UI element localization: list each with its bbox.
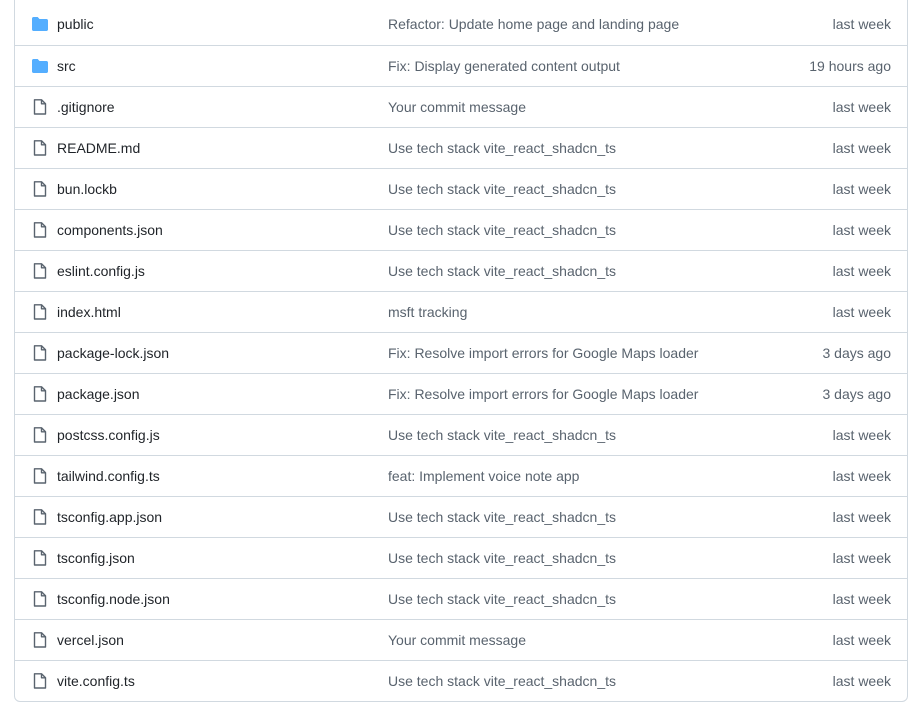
table-row[interactable]: bun.lockb Use tech stack vite_react_shad…	[15, 168, 907, 209]
commit-age: last week	[832, 304, 891, 320]
file-icon	[31, 99, 49, 115]
file-icon	[31, 345, 49, 361]
file-icon	[31, 509, 49, 525]
table-row[interactable]: tsconfig.node.json Use tech stack vite_r…	[15, 578, 907, 619]
commit-message-link[interactable]: Refactor: Update home page and landing p…	[388, 4, 679, 44]
commit-message-link[interactable]: Use tech stack vite_react_shadcn_ts	[388, 210, 616, 250]
commit-age: 3 days ago	[822, 345, 892, 361]
file-name-link[interactable]: package-lock.json	[57, 333, 169, 373]
commit-age: last week	[832, 550, 891, 566]
file-icon	[31, 140, 49, 156]
commit-age: last week	[832, 140, 891, 156]
table-row[interactable]: .gitignore Your commit message last week	[15, 86, 907, 127]
commit-message-link[interactable]: Use tech stack vite_react_shadcn_ts	[388, 579, 616, 619]
file-icon	[31, 222, 49, 238]
file-name-link[interactable]: bun.lockb	[57, 169, 117, 209]
commit-message-link[interactable]: Your commit message	[388, 620, 526, 660]
commit-message-link[interactable]: Your commit message	[388, 87, 526, 127]
commit-message-link[interactable]: msft tracking	[388, 292, 467, 332]
commit-age: last week	[832, 181, 891, 197]
commit-age: last week	[832, 468, 891, 484]
commit-message-link[interactable]: Use tech stack vite_react_shadcn_ts	[388, 169, 616, 209]
file-name-link[interactable]: README.md	[57, 128, 140, 168]
file-list-table: public Refactor: Update home page and la…	[14, 0, 908, 702]
commit-age: last week	[832, 427, 891, 443]
file-icon	[31, 632, 49, 648]
file-icon	[31, 263, 49, 279]
file-icon	[31, 181, 49, 197]
table-row[interactable]: src Fix: Display generated content outpu…	[15, 45, 907, 86]
commit-age: 19 hours ago	[809, 58, 891, 74]
file-icon	[31, 304, 49, 320]
file-name-link[interactable]: package.json	[57, 374, 140, 414]
folder-icon	[31, 58, 49, 74]
file-name-link[interactable]: vite.config.ts	[57, 661, 135, 701]
commit-age: last week	[832, 99, 891, 115]
folder-icon	[31, 16, 49, 32]
file-icon	[31, 673, 49, 689]
commit-age: last week	[832, 632, 891, 648]
file-name-link[interactable]: tsconfig.node.json	[57, 579, 170, 619]
table-row[interactable]: public Refactor: Update home page and la…	[15, 0, 907, 45]
file-icon	[31, 427, 49, 443]
commit-message-link[interactable]: Use tech stack vite_react_shadcn_ts	[388, 538, 616, 578]
commit-message-link[interactable]: Fix: Display generated content output	[388, 46, 620, 86]
table-row[interactable]: README.md Use tech stack vite_react_shad…	[15, 127, 907, 168]
commit-message-link[interactable]: Use tech stack vite_react_shadcn_ts	[388, 415, 616, 455]
commit-message-link[interactable]: Use tech stack vite_react_shadcn_ts	[388, 497, 616, 537]
commit-message-link[interactable]: Use tech stack vite_react_shadcn_ts	[388, 128, 616, 168]
commit-age: last week	[832, 222, 891, 238]
table-row[interactable]: vercel.json Your commit message last wee…	[15, 619, 907, 660]
table-row[interactable]: index.html msft tracking last week	[15, 291, 907, 332]
table-row[interactable]: vite.config.ts Use tech stack vite_react…	[15, 660, 907, 701]
commit-age: last week	[832, 16, 891, 32]
commit-age: last week	[832, 591, 891, 607]
commit-message-link[interactable]: Use tech stack vite_react_shadcn_ts	[388, 661, 616, 701]
table-row[interactable]: package.json Fix: Resolve import errors …	[15, 373, 907, 414]
file-name-link[interactable]: tsconfig.app.json	[57, 497, 162, 537]
commit-age: 3 days ago	[822, 386, 892, 402]
file-icon	[31, 468, 49, 484]
commit-message-link[interactable]: feat: Implement voice note app	[388, 456, 579, 496]
commit-age: last week	[832, 673, 891, 689]
commit-message-link[interactable]: Fix: Resolve import errors for Google Ma…	[388, 333, 698, 373]
table-row[interactable]: postcss.config.js Use tech stack vite_re…	[15, 414, 907, 455]
table-row[interactable]: components.json Use tech stack vite_reac…	[15, 209, 907, 250]
file-name-link[interactable]: .gitignore	[57, 87, 115, 127]
file-name-link[interactable]: eslint.config.js	[57, 251, 145, 291]
file-icon	[31, 591, 49, 607]
file-icon	[31, 550, 49, 566]
file-name-link[interactable]: tailwind.config.ts	[57, 456, 160, 496]
commit-age: last week	[832, 509, 891, 525]
file-icon	[31, 386, 49, 402]
file-name-link[interactable]: vercel.json	[57, 620, 124, 660]
table-row[interactable]: eslint.config.js Use tech stack vite_rea…	[15, 250, 907, 291]
file-name-link[interactable]: postcss.config.js	[57, 415, 160, 455]
table-row[interactable]: tsconfig.json Use tech stack vite_react_…	[15, 537, 907, 578]
commit-message-link[interactable]: Fix: Resolve import errors for Google Ma…	[388, 374, 698, 414]
file-name-link[interactable]: public	[57, 4, 94, 44]
commit-age: last week	[832, 263, 891, 279]
file-name-link[interactable]: index.html	[57, 292, 121, 332]
commit-message-link[interactable]: Use tech stack vite_react_shadcn_ts	[388, 251, 616, 291]
file-name-link[interactable]: src	[57, 46, 76, 86]
table-row[interactable]: package-lock.json Fix: Resolve import er…	[15, 332, 907, 373]
file-name-link[interactable]: tsconfig.json	[57, 538, 135, 578]
file-name-link[interactable]: components.json	[57, 210, 163, 250]
table-row[interactable]: tailwind.config.ts feat: Implement voice…	[15, 455, 907, 496]
table-row[interactable]: tsconfig.app.json Use tech stack vite_re…	[15, 496, 907, 537]
